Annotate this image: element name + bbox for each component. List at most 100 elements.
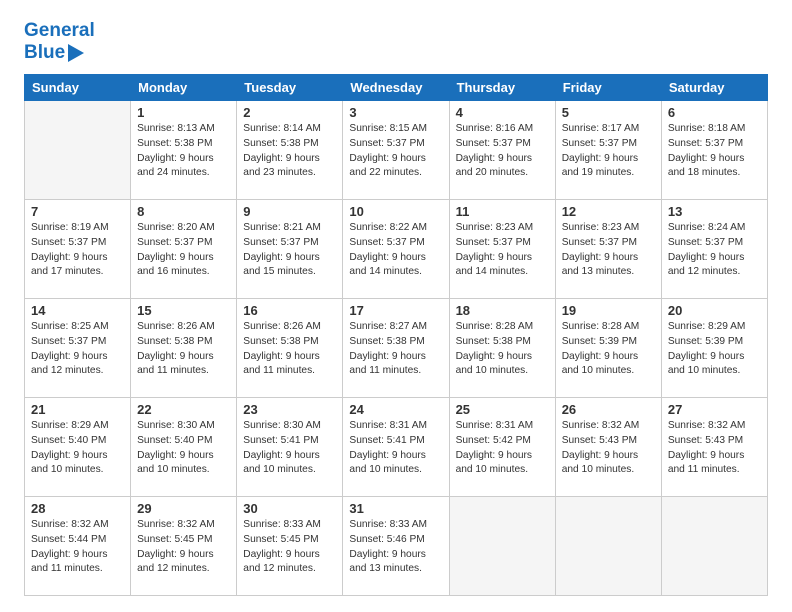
day-number: 13	[668, 204, 761, 219]
day-number: 4	[456, 105, 549, 120]
day-number: 12	[562, 204, 655, 219]
day-info: Sunrise: 8:29 AM Sunset: 5:39 PM Dayligh…	[668, 320, 761, 379]
day-number: 20	[668, 303, 761, 318]
day-info: Sunrise: 8:28 AM Sunset: 5:39 PM Dayligh…	[562, 320, 655, 379]
calendar-cell	[449, 497, 555, 596]
day-info: Sunrise: 8:30 AM Sunset: 5:40 PM Dayligh…	[137, 419, 230, 478]
day-number: 25	[456, 402, 549, 417]
day-info: Sunrise: 8:27 AM Sunset: 5:38 PM Dayligh…	[349, 320, 442, 379]
calendar-cell: 21 Sunrise: 8:29 AM Sunset: 5:40 PM Dayli…	[25, 398, 131, 497]
weekday-header-thursday: Thursday	[449, 75, 555, 101]
day-number: 18	[456, 303, 549, 318]
day-number: 28	[31, 501, 124, 516]
calendar-cell: 29Sunrise: 8:32 AM Sunset: 5:45 PM Dayli…	[131, 497, 237, 596]
day-info: Sunrise: 8:22 AM Sunset: 5:37 PM Dayligh…	[349, 221, 442, 280]
day-number: 16	[243, 303, 336, 318]
weekday-header-row: SundayMondayTuesdayWednesdayThursdayFrid…	[25, 75, 768, 101]
calendar-cell	[25, 101, 131, 200]
weekday-header-tuesday: Tuesday	[237, 75, 343, 101]
day-info: Sunrise: 8:14 AM Sunset: 5:38 PM Dayligh…	[243, 122, 336, 181]
calendar-cell: 4Sunrise: 8:16 AM Sunset: 5:37 PM Daylig…	[449, 101, 555, 200]
day-info: Sunrise: 8:24 AM Sunset: 5:37 PM Dayligh…	[668, 221, 761, 280]
weekday-header-saturday: Saturday	[661, 75, 767, 101]
day-number: 19	[562, 303, 655, 318]
day-info: Sunrise: 8:23 AM Sunset: 5:37 PM Dayligh…	[562, 221, 655, 280]
day-info: Sunrise: 8:32 AM Sunset: 5:43 PM Dayligh…	[668, 419, 761, 478]
day-info: Sunrise: 8:19 AM Sunset: 5:37 PM Dayligh…	[31, 221, 124, 280]
calendar-cell	[555, 497, 661, 596]
weekday-header-sunday: Sunday	[25, 75, 131, 101]
calendar-cell: 22 Sunrise: 8:30 AM Sunset: 5:40 PM Dayli…	[131, 398, 237, 497]
day-number: 21	[31, 402, 124, 417]
calendar-cell: 1 Sunrise: 8:13 AM Sunset: 5:38 PM Daylig…	[131, 101, 237, 200]
calendar-table: SundayMondayTuesdayWednesdayThursdayFrid…	[24, 74, 768, 596]
day-number: 7	[31, 204, 124, 219]
day-info: Sunrise: 8:29 AM Sunset: 5:40 PM Dayligh…	[31, 419, 124, 478]
day-info: Sunrise: 8:17 AM Sunset: 5:37 PM Dayligh…	[562, 122, 655, 181]
calendar-cell: 28 Sunrise: 8:32 AM Sunset: 5:44 PM Dayli…	[25, 497, 131, 596]
day-number: 30	[243, 501, 336, 516]
calendar-cell: 18 Sunrise: 8:28 AM Sunset: 5:38 PM Dayli…	[449, 299, 555, 398]
calendar-cell: 19 Sunrise: 8:28 AM Sunset: 5:39 PM Dayli…	[555, 299, 661, 398]
day-number: 10	[349, 204, 442, 219]
day-info: Sunrise: 8:26 AM Sunset: 5:38 PM Dayligh…	[243, 320, 336, 379]
day-number: 5	[562, 105, 655, 120]
day-number: 31	[349, 501, 442, 516]
calendar-cell: 26 Sunrise: 8:32 AM Sunset: 5:43 PM Dayli…	[555, 398, 661, 497]
calendar-cell	[661, 497, 767, 596]
day-info: Sunrise: 8:31 AM Sunset: 5:41 PM Dayligh…	[349, 419, 442, 478]
calendar-cell: 24 Sunrise: 8:31 AM Sunset: 5:41 PM Dayli…	[343, 398, 449, 497]
logo-line1: General	[24, 20, 95, 42]
calendar-cell: 20 Sunrise: 8:29 AM Sunset: 5:39 PM Dayli…	[661, 299, 767, 398]
day-number: 8	[137, 204, 230, 219]
day-number: 9	[243, 204, 336, 219]
logo-line2: Blue	[24, 42, 95, 64]
day-info: Sunrise: 8:25 AM Sunset: 5:37 PM Dayligh…	[31, 320, 124, 379]
calendar-cell: 5 Sunrise: 8:17 AM Sunset: 5:37 PM Daylig…	[555, 101, 661, 200]
day-number: 17	[349, 303, 442, 318]
day-number: 1	[137, 105, 230, 120]
day-info: Sunrise: 8:32 AM Sunset: 5:44 PM Dayligh…	[31, 518, 124, 577]
day-info: Sunrise: 8:23 AM Sunset: 5:37 PM Dayligh…	[456, 221, 549, 280]
day-info: Sunrise: 8:21 AM Sunset: 5:37 PM Dayligh…	[243, 221, 336, 280]
day-info: Sunrise: 8:13 AM Sunset: 5:38 PM Dayligh…	[137, 122, 230, 181]
day-info: Sunrise: 8:33 AM Sunset: 5:46 PM Dayligh…	[349, 518, 442, 577]
day-number: 2	[243, 105, 336, 120]
calendar-cell: 8 Sunrise: 8:20 AM Sunset: 5:37 PM Daylig…	[131, 200, 237, 299]
header: General Blue	[24, 20, 768, 64]
weekday-header-friday: Friday	[555, 75, 661, 101]
calendar-cell: 3Sunrise: 8:15 AM Sunset: 5:37 PM Daylig…	[343, 101, 449, 200]
day-info: Sunrise: 8:15 AM Sunset: 5:37 PM Dayligh…	[349, 122, 442, 181]
calendar-cell: 16 Sunrise: 8:26 AM Sunset: 5:38 PM Dayli…	[237, 299, 343, 398]
calendar-cell: 25 Sunrise: 8:31 AM Sunset: 5:42 PM Dayli…	[449, 398, 555, 497]
calendar-cell: 10 Sunrise: 8:22 AM Sunset: 5:37 PM Dayli…	[343, 200, 449, 299]
day-number: 26	[562, 402, 655, 417]
calendar-cell: 30 Sunrise: 8:33 AM Sunset: 5:45 PM Dayli…	[237, 497, 343, 596]
calendar-cell: 12 Sunrise: 8:23 AM Sunset: 5:37 PM Dayli…	[555, 200, 661, 299]
day-info: Sunrise: 8:30 AM Sunset: 5:41 PM Dayligh…	[243, 419, 336, 478]
logo: General Blue	[24, 20, 95, 64]
day-number: 24	[349, 402, 442, 417]
week-row-3: 21 Sunrise: 8:29 AM Sunset: 5:40 PM Dayli…	[25, 398, 768, 497]
calendar-cell: 14Sunrise: 8:25 AM Sunset: 5:37 PM Dayli…	[25, 299, 131, 398]
weekday-header-monday: Monday	[131, 75, 237, 101]
day-number: 11	[456, 204, 549, 219]
day-number: 29	[137, 501, 230, 516]
calendar-cell: 6 Sunrise: 8:18 AM Sunset: 5:37 PM Daylig…	[661, 101, 767, 200]
day-number: 22	[137, 402, 230, 417]
day-info: Sunrise: 8:20 AM Sunset: 5:37 PM Dayligh…	[137, 221, 230, 280]
day-number: 15	[137, 303, 230, 318]
calendar-cell: 11 Sunrise: 8:23 AM Sunset: 5:37 PM Dayli…	[449, 200, 555, 299]
day-info: Sunrise: 8:18 AM Sunset: 5:37 PM Dayligh…	[668, 122, 761, 181]
day-info: Sunrise: 8:31 AM Sunset: 5:42 PM Dayligh…	[456, 419, 549, 478]
day-number: 6	[668, 105, 761, 120]
calendar-cell: 2 Sunrise: 8:14 AM Sunset: 5:38 PM Daylig…	[237, 101, 343, 200]
day-info: Sunrise: 8:32 AM Sunset: 5:43 PM Dayligh…	[562, 419, 655, 478]
day-info: Sunrise: 8:33 AM Sunset: 5:45 PM Dayligh…	[243, 518, 336, 577]
calendar-cell: 27Sunrise: 8:32 AM Sunset: 5:43 PM Dayli…	[661, 398, 767, 497]
day-info: Sunrise: 8:28 AM Sunset: 5:38 PM Dayligh…	[456, 320, 549, 379]
calendar-cell: 7 Sunrise: 8:19 AM Sunset: 5:37 PM Daylig…	[25, 200, 131, 299]
week-row-0: 1 Sunrise: 8:13 AM Sunset: 5:38 PM Daylig…	[25, 101, 768, 200]
calendar-cell: 15Sunrise: 8:26 AM Sunset: 5:38 PM Dayli…	[131, 299, 237, 398]
calendar-cell: 9 Sunrise: 8:21 AM Sunset: 5:37 PM Daylig…	[237, 200, 343, 299]
